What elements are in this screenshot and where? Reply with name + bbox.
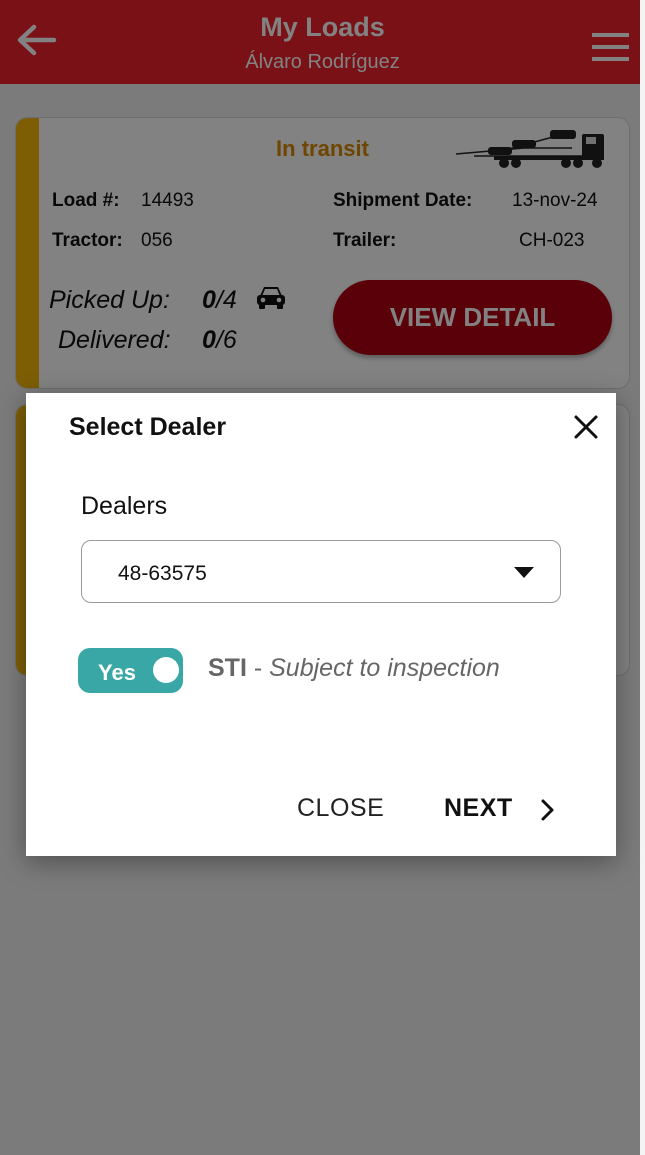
dealer-select-value: 48-63575 bbox=[118, 562, 207, 585]
toggle-label: Yes bbox=[98, 660, 136, 685]
dealer-select[interactable]: 48-63575 bbox=[81, 540, 561, 603]
dialog-title: Select Dealer bbox=[69, 413, 227, 441]
sti-description: Subject to inspection bbox=[269, 654, 500, 682]
chevron-right-icon[interactable] bbox=[537, 798, 557, 822]
close-button[interactable]: CLOSE bbox=[297, 794, 384, 823]
toggle-knob bbox=[153, 657, 179, 683]
dropdown-caret-icon bbox=[514, 567, 534, 578]
close-icon[interactable] bbox=[570, 411, 602, 443]
select-dealer-dialog: Select Dealer Dealers 48-63575 Yes STI -… bbox=[26, 393, 616, 856]
sti-separator: - bbox=[246, 654, 270, 682]
dealers-label: Dealers bbox=[81, 492, 168, 520]
sti-toggle[interactable]: Yes bbox=[78, 648, 183, 693]
scrollbar-track bbox=[640, 0, 645, 1155]
sti-caption: STI - Subject to inspection bbox=[208, 654, 500, 683]
next-button[interactable]: NEXT bbox=[444, 794, 513, 823]
sti-code: STI bbox=[208, 654, 247, 682]
